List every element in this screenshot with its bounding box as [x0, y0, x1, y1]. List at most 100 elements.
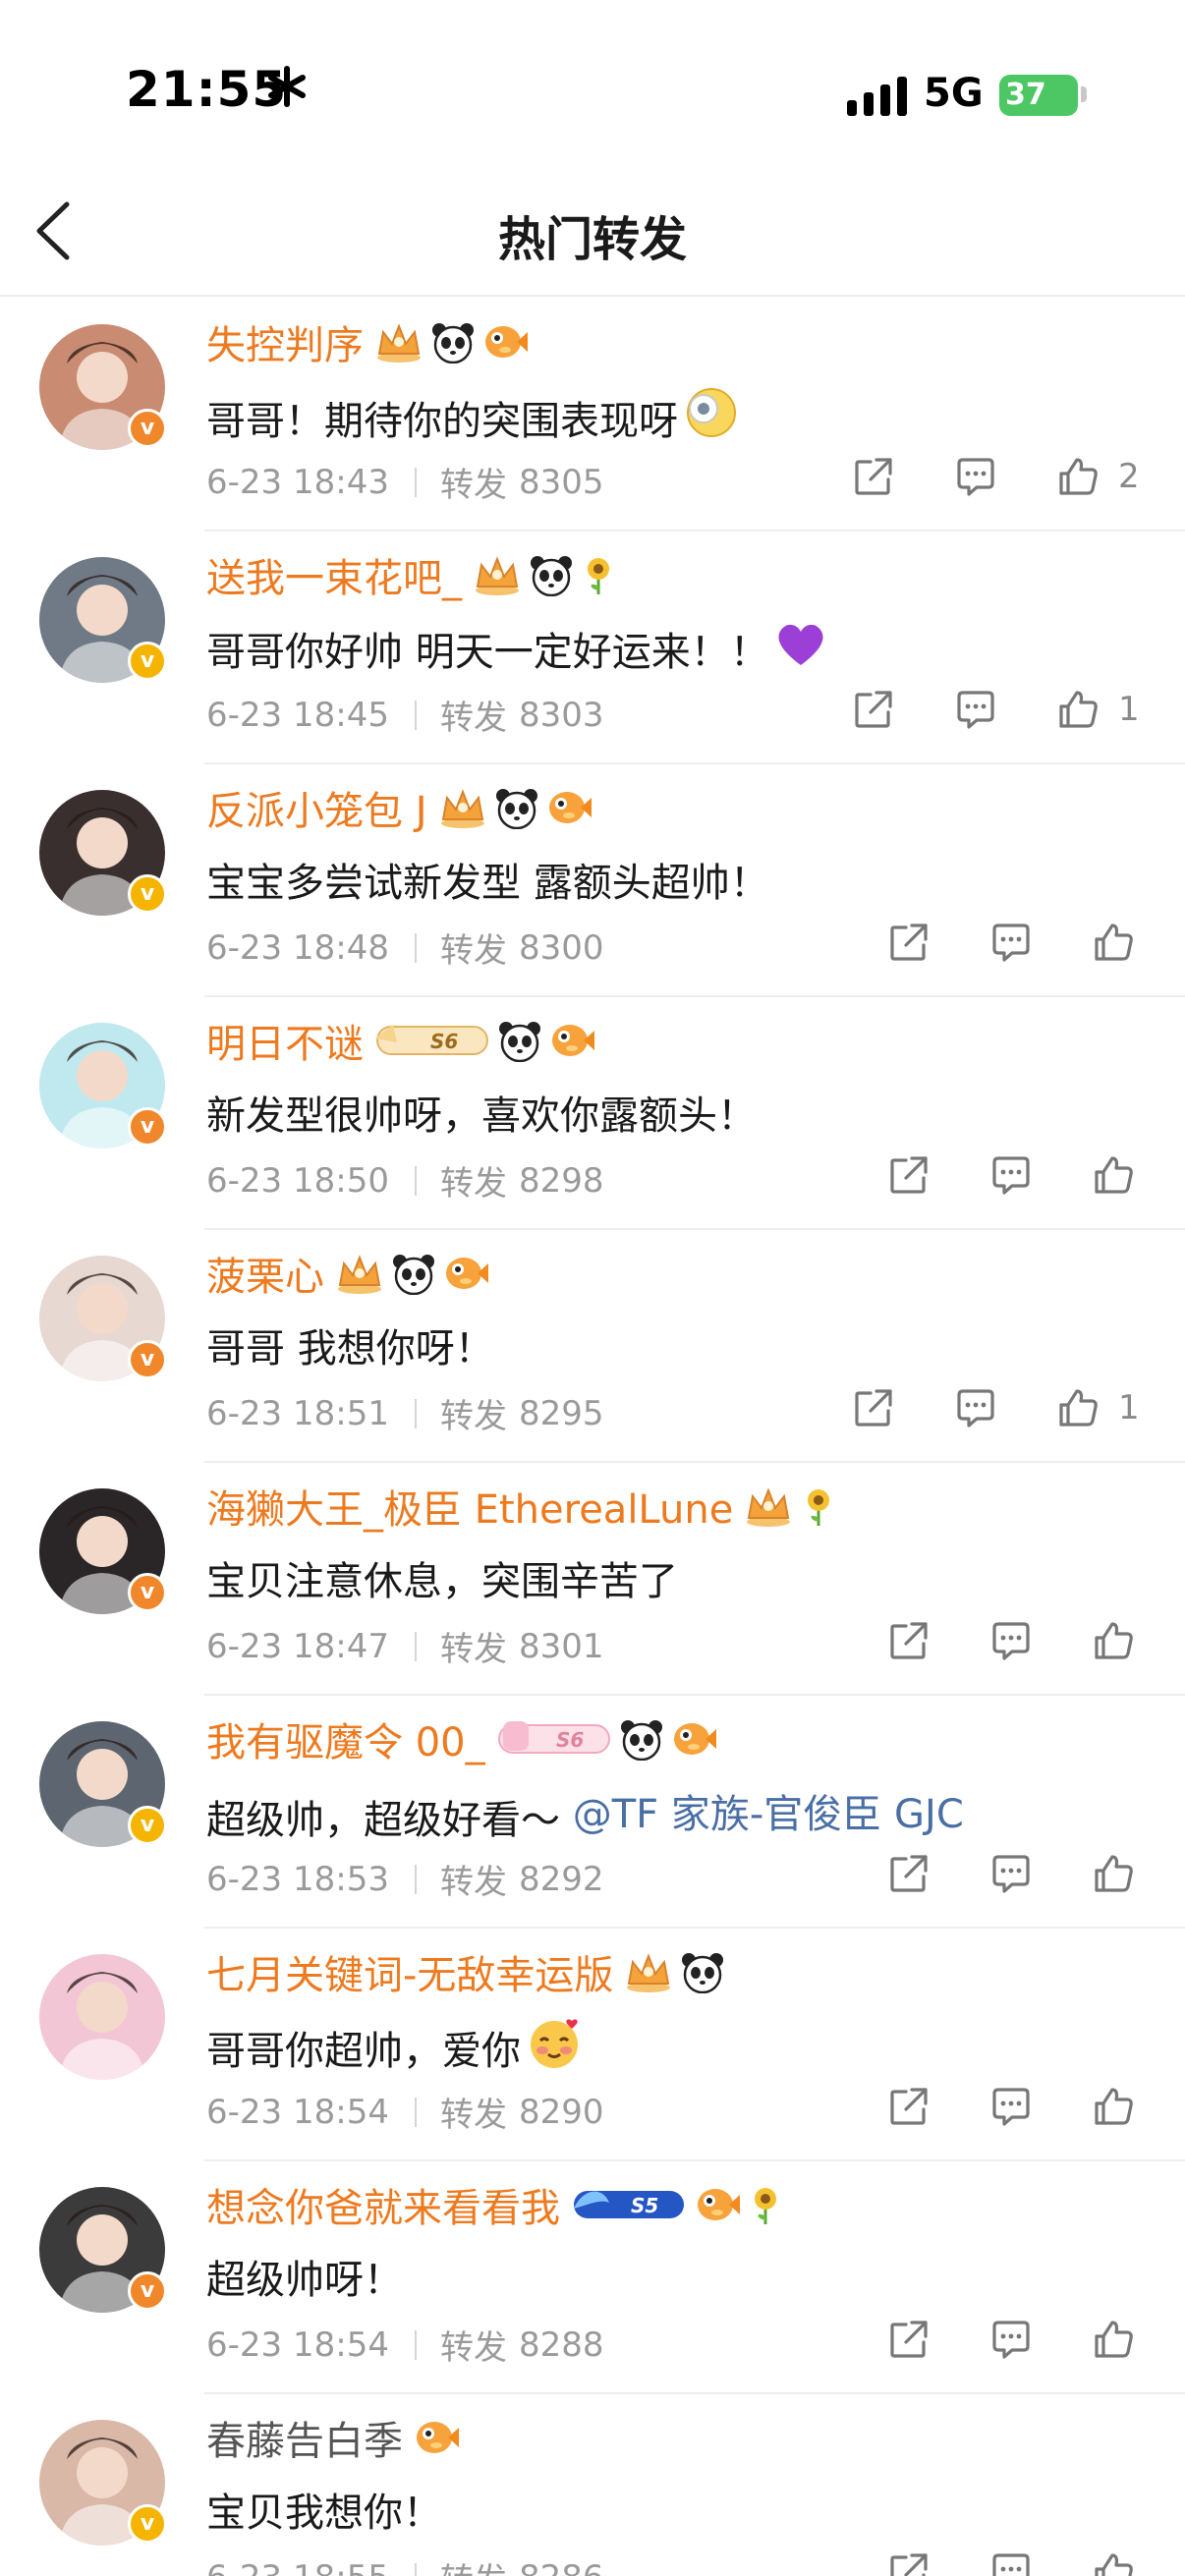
- svg-text:S5: S5: [631, 2194, 658, 2217]
- avatar[interactable]: [39, 1954, 165, 2080]
- username[interactable]: 春藤告白季: [206, 2409, 403, 2466]
- comment-icon[interactable]: [987, 2315, 1036, 2364]
- username[interactable]: 明日不谜: [206, 1012, 364, 1069]
- repost-time: 6-23 18:54: [206, 2324, 389, 2365]
- repost-time: 6-23 18:50: [206, 1160, 389, 1201]
- like-icon[interactable]: [1089, 1849, 1138, 1898]
- meta-divider: [414, 932, 417, 963]
- repost-item[interactable]: v 春藤告白季 宝贝我想你！ 6-23 18:55 转发 8286: [0, 2394, 1185, 2576]
- repost-label: 转发: [439, 1630, 507, 1669]
- share-icon[interactable]: [849, 1383, 898, 1432]
- like-icon[interactable]: [1089, 1616, 1138, 1665]
- username[interactable]: 反派小笼包 J: [206, 779, 427, 836]
- action-bar: [884, 918, 1138, 967]
- share-icon[interactable]: [884, 2082, 933, 2131]
- meta-divider: [414, 2329, 417, 2360]
- comment-icon[interactable]: [951, 685, 1000, 734]
- comment-icon[interactable]: [987, 1849, 1036, 1898]
- username[interactable]: 送我一束花吧_: [206, 546, 462, 603]
- fish-badge-icon: [670, 1717, 717, 1761]
- like-icon[interactable]: [1089, 2082, 1138, 2131]
- repost-content: 宝宝多尝试新发型 露额头超帅！: [206, 851, 769, 908]
- meta-divider: [414, 1398, 417, 1428]
- comment-icon[interactable]: [987, 2548, 1036, 2576]
- repost-item[interactable]: 七月关键词-无敌幸运版 哥哥你超帅，爱你 6-23 18:54 转发 8290: [0, 1929, 1185, 2161]
- repost-item[interactable]: v 菠栗心 哥哥 我想你呀！ 6-23 18:51 转发 8295 1: [0, 1230, 1185, 1463]
- like-icon[interactable]: [1089, 1150, 1138, 1200]
- repost-content: 新发型很帅呀，喜欢你露额头！: [206, 1084, 757, 1141]
- fish-badge-icon: [548, 1019, 595, 1062]
- share-icon[interactable]: [884, 1150, 933, 1200]
- user-badges: [413, 2416, 460, 2459]
- comment-icon[interactable]: [951, 452, 1000, 501]
- username[interactable]: 七月关键词-无敌幸运版: [206, 1943, 613, 2000]
- repost-label: 转发: [439, 2096, 507, 2135]
- screen: 21:55 5G 37 热门转发 v 失控判序 哥哥！期待你的突围表现呀 6-2…: [0, 0, 1185, 2576]
- repost-item[interactable]: v 反派小笼包 J 宝宝多尝试新发型 露额头超帅！ 6-23 18:48 转发 …: [0, 764, 1185, 997]
- share-icon[interactable]: [884, 918, 933, 967]
- repost-time: 6-23 18:47: [206, 1626, 389, 1666]
- repost-item[interactable]: v 失控判序 哥哥！期待你的突围表现呀 6-23 18:43 转发 8305 2: [0, 299, 1185, 532]
- repost-count: 8286: [519, 2558, 604, 2576]
- fish-badge-icon: [481, 320, 529, 364]
- comment-icon[interactable]: [987, 1150, 1036, 1200]
- username[interactable]: 我有驱魔令 00_: [206, 1710, 485, 1767]
- like-icon[interactable]: [1089, 2315, 1138, 2364]
- repost-meta: 6-23 18:43 转发 8305: [206, 458, 604, 506]
- username[interactable]: 菠栗心: [206, 1245, 324, 1302]
- like-icon[interactable]: [1053, 452, 1102, 501]
- user-badges: [334, 1252, 489, 1295]
- share-icon[interactable]: [884, 2548, 933, 2576]
- repost-item[interactable]: v 海獭大王_极臣 EtherealLune 宝贝注意休息，突围辛苦了 6-23…: [0, 1463, 1185, 1696]
- share-icon[interactable]: [849, 452, 898, 501]
- crown-badge-icon: [623, 1950, 674, 1993]
- like-icon[interactable]: [1053, 685, 1102, 734]
- page-title: 热门转发: [497, 212, 687, 267]
- asterisk-icon: [268, 66, 306, 107]
- battery-indicator: 37: [999, 75, 1078, 116]
- repost-text: 宝贝注意休息，突围辛苦了: [206, 1559, 678, 1604]
- name-row: 菠栗心: [206, 1244, 489, 1303]
- verified-badge-icon: v: [128, 642, 167, 681]
- like-icon[interactable]: [1053, 1383, 1102, 1432]
- crown-badge-icon: [472, 553, 523, 596]
- repost-text: 超级帅呀！: [206, 2258, 403, 2303]
- comment-icon[interactable]: [987, 918, 1036, 967]
- meta-divider: [414, 1864, 417, 1894]
- username[interactable]: 海獭大王_极臣 EtherealLune: [206, 1478, 733, 1535]
- comment-icon[interactable]: [987, 1616, 1036, 1665]
- share-icon[interactable]: [849, 685, 898, 734]
- repost-content: 哥哥你好帅 明天一定好运来！！: [206, 618, 828, 679]
- user-badges: [437, 786, 592, 829]
- repost-label: 转发: [439, 466, 507, 505]
- repost-content: 超级帅，超级好看～ @TF 家族-官俊臣 GJC: [206, 1782, 964, 1845]
- repost-item[interactable]: v 想念你爸就来看看我 S5 超级帅呀！ 6-23 18:54 转发 8288: [0, 2161, 1185, 2394]
- username[interactable]: 失控判序: [206, 313, 364, 370]
- like-icon[interactable]: [1089, 918, 1138, 967]
- blush-face-emoji-icon: [525, 2015, 584, 2080]
- repost-item[interactable]: v 明日不谜 S6 新发型很帅呀，喜欢你露额头！ 6-23 18:50 转发 8…: [0, 997, 1185, 1230]
- mention-link[interactable]: @TF 家族-官俊臣 GJC: [573, 1792, 964, 1837]
- username[interactable]: 想念你爸就来看看我: [206, 2176, 560, 2233]
- name-row: 七月关键词-无敌幸运版: [206, 1942, 725, 2001]
- repost-item[interactable]: v 我有驱魔令 00_ S6 超级帅，超级好看～ @TF 家族-官俊臣 GJC …: [0, 1696, 1185, 1929]
- repost-text: 宝宝多尝试新发型 露额头超帅！: [206, 861, 769, 906]
- repost-time: 6-23 18:55: [206, 2558, 389, 2576]
- repost-text: 哥哥！期待你的突围表现呀: [206, 399, 678, 444]
- share-icon[interactable]: [884, 1616, 933, 1665]
- repost-label: 转发: [439, 699, 507, 738]
- repost-count: 8298: [518, 1160, 604, 1201]
- panda-badge-icon: [680, 1950, 725, 1993]
- action-bar: [884, 1849, 1138, 1898]
- like-icon[interactable]: [1089, 2548, 1138, 2576]
- comment-icon[interactable]: [951, 1383, 1000, 1432]
- fish-badge-icon: [442, 1252, 489, 1295]
- repost-count: 8303: [518, 695, 604, 735]
- repost-label: 转发: [439, 1397, 507, 1436]
- verified-badge-icon: v: [128, 1806, 167, 1845]
- comment-icon[interactable]: [987, 2082, 1036, 2131]
- share-icon[interactable]: [884, 2315, 933, 2364]
- action-bar: [884, 2315, 1138, 2364]
- share-icon[interactable]: [884, 1849, 933, 1898]
- repost-item[interactable]: v 送我一束花吧_ 哥哥你好帅 明天一定好运来！！ 6-23 18:45 转发 …: [0, 532, 1185, 764]
